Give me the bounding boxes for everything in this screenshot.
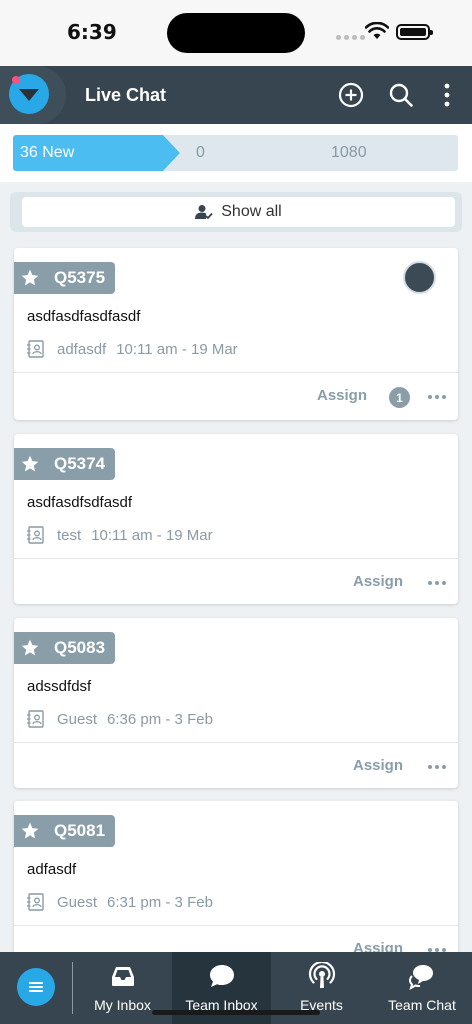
chat-bubble-icon (209, 965, 234, 987)
ticket-id-badge: Q5083 (14, 632, 116, 664)
star-icon[interactable] (20, 821, 40, 841)
user-check-icon (195, 205, 213, 220)
step-shape (163, 135, 316, 171)
ticket-footer: Assign (14, 742, 458, 788)
add-circle-icon[interactable] (338, 82, 364, 108)
contact-card-icon (27, 710, 44, 728)
ticket-time: 6:31 pm - 3 Feb (107, 893, 213, 911)
star-icon[interactable] (20, 454, 40, 474)
contact-card-icon (27, 526, 44, 544)
ticket-contact: test (57, 526, 82, 544)
app-header: Live Chat (0, 66, 472, 124)
show-all-bar: Show all (10, 192, 462, 232)
ticket-contact: Guest (57, 710, 98, 728)
ticket-subject: asdfasdfsdfasdf (27, 494, 133, 511)
ticket-footer: Assign (14, 558, 458, 604)
contact-card-icon (27, 893, 44, 911)
home-indicator (152, 1010, 320, 1015)
ticket-contact: Guest (57, 893, 98, 911)
ticket-meta: adfasdf 10:11 am - 19 Mar (27, 340, 238, 358)
show-all-button[interactable]: Show all (22, 197, 455, 227)
menu-fab-button[interactable] (17, 968, 55, 1006)
dynamic-island (167, 13, 305, 53)
ticket-subject: adssdfdsf (27, 678, 92, 695)
step-shape (297, 135, 458, 171)
ticket-card[interactable]: Q5083 adssdfdsf Guest 6:36 pm - 3 Feb As… (14, 618, 458, 788)
ticket-id-badge: Q5374 (14, 448, 116, 480)
ticket-id: Q5374 (54, 454, 106, 473)
ticket-subject: asdfasdfasdfasdf (27, 308, 141, 325)
cellular-signal-icon (336, 35, 365, 40)
menu-icon (29, 982, 43, 992)
filter-step-new[interactable]: 36 New (13, 135, 180, 171)
filter-step-label: 1080 (331, 144, 367, 161)
more-vertical-icon[interactable] (434, 82, 460, 108)
team-chat-icon (408, 965, 433, 990)
filter-step-open[interactable]: 0 (163, 135, 316, 171)
assign-button[interactable]: Assign (353, 573, 403, 590)
more-horizontal-icon[interactable] (428, 395, 446, 399)
inbox-icon (111, 967, 134, 986)
broadcast-icon (308, 962, 335, 988)
ticket-meta: Guest 6:31 pm - 3 Feb (27, 893, 213, 911)
ticket-card[interactable]: Q5374 asdfasdfsdfasdf test 10:11 am - 19… (14, 434, 458, 604)
filter-steps: 36 New 0 1080 (0, 124, 472, 182)
star-icon[interactable] (20, 268, 40, 288)
search-icon[interactable] (388, 82, 414, 108)
filter-step-closed[interactable]: 1080 (297, 135, 458, 171)
ticket-card[interactable]: Q5375 asdfasdfasdfasdf adfasdf 10:11 am … (14, 248, 458, 420)
wifi-icon (365, 22, 389, 39)
more-horizontal-icon[interactable] (428, 765, 446, 769)
ticket-contact: adfasdf (57, 340, 107, 358)
ticket-id: Q5083 (54, 638, 106, 657)
status-bar: 6:39 (0, 0, 472, 66)
contact-card-icon (27, 340, 44, 358)
ticket-time: 10:11 am - 19 Mar (91, 526, 213, 544)
nav-label: Team Chat (388, 997, 456, 1013)
ticket-meta: Guest 6:36 pm - 3 Feb (27, 710, 213, 728)
assign-count-badge: 1 (389, 387, 410, 408)
page-title: Live Chat (85, 85, 167, 105)
notification-dot (12, 76, 20, 84)
ticket-time: 10:11 am - 19 Mar (116, 340, 238, 358)
show-all-label: Show all (221, 203, 282, 220)
ticket-id-badge: Q5375 (14, 262, 116, 294)
ticket-id: Q5081 (54, 821, 106, 840)
agent-avatar[interactable] (403, 261, 436, 294)
nav-team-chat[interactable]: Team Chat (372, 952, 472, 1024)
assign-button[interactable]: Assign (317, 387, 367, 404)
status-time: 6:39 (67, 20, 117, 44)
ticket-id: Q5375 (54, 268, 106, 287)
nav-label: My Inbox (94, 997, 151, 1013)
more-horizontal-icon[interactable] (428, 581, 446, 585)
filter-step-label: 0 (196, 144, 205, 161)
battery-icon (396, 24, 433, 40)
filter-step-label: 36 New (20, 144, 75, 161)
ticket-footer: Assign 1 (14, 372, 458, 420)
assign-button[interactable]: Assign (353, 757, 403, 774)
ticket-card[interactable]: Q5081 adfasdf Guest 6:31 pm - 3 Feb Assi… (14, 801, 458, 971)
ticket-time: 6:36 pm - 3 Feb (107, 710, 213, 728)
ticket-id-badge: Q5081 (14, 815, 116, 847)
app-logo-button[interactable] (0, 66, 66, 124)
ticket-subject: adfasdf (27, 861, 77, 878)
star-icon[interactable] (20, 638, 40, 658)
ticket-meta: test 10:11 am - 19 Mar (27, 526, 213, 544)
